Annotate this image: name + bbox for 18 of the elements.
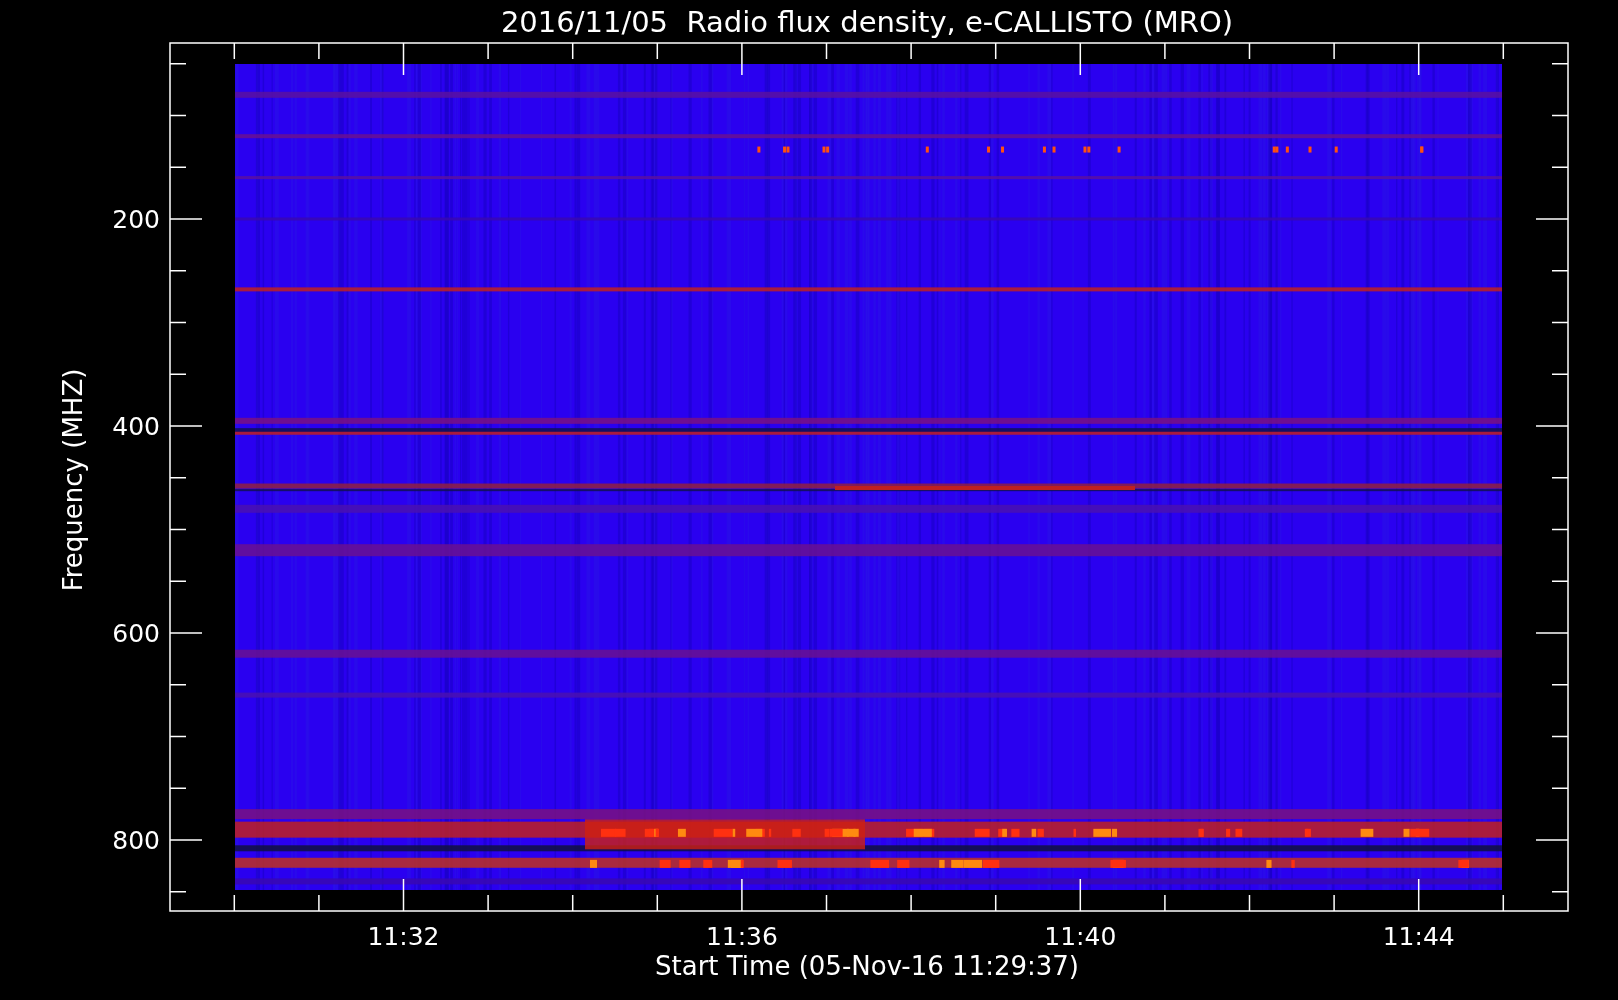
x-tick-label: 11:32 bbox=[367, 922, 440, 951]
burst-spot bbox=[757, 146, 761, 153]
y-tick-label: 600 bbox=[112, 619, 160, 648]
x-tick-label: 11:36 bbox=[705, 922, 778, 951]
y-tick-label: 800 bbox=[112, 826, 160, 855]
burst-spot bbox=[1334, 146, 1338, 153]
plot-title: 2016/11/05 Radio flux density, e-CALLISTO (MRO) bbox=[500, 5, 1234, 39]
y-tick-label: 400 bbox=[112, 412, 160, 441]
burst-spot bbox=[925, 146, 929, 153]
burst-spot bbox=[1117, 146, 1121, 153]
x-axis-label: Start Time (05-Nov-16 11:29:37) bbox=[655, 951, 1079, 981]
burst-spot bbox=[987, 146, 991, 153]
x-tick-label: 11:40 bbox=[1044, 922, 1117, 951]
y-tick-label: 200 bbox=[112, 205, 160, 234]
burst-spot bbox=[1308, 146, 1312, 153]
x-tick-label: 11:44 bbox=[1382, 922, 1455, 951]
y-axis-label: Frequency (MHZ) bbox=[57, 368, 88, 592]
burst-spot bbox=[1001, 146, 1005, 153]
